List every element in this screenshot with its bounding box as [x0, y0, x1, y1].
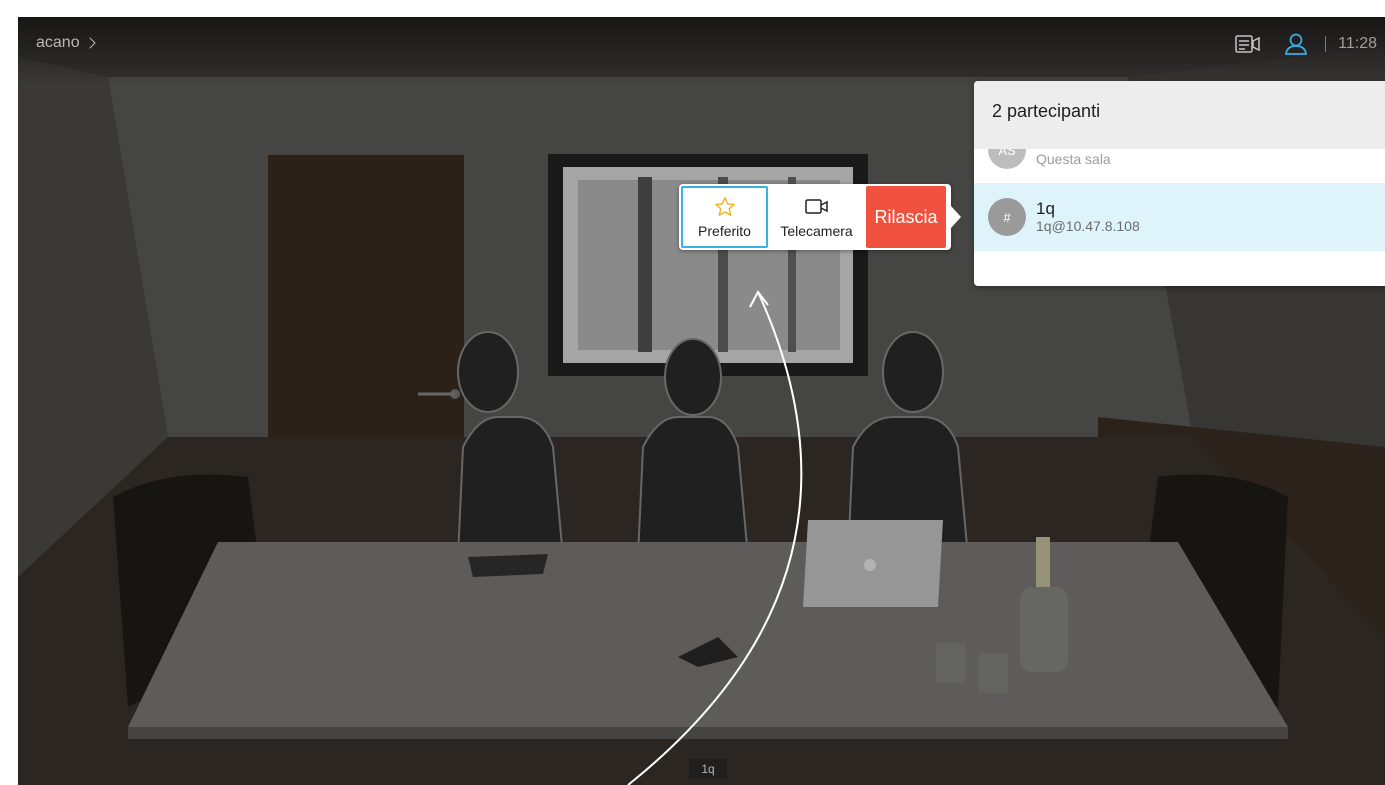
list-item-1q[interactable]: # 1q 1q@10.47.8.108: [974, 183, 1385, 251]
video-name-label: 1q: [689, 759, 727, 779]
avatar: #: [988, 198, 1026, 236]
camera-label: Telecamera: [780, 223, 853, 239]
breadcrumb-label: acano: [36, 34, 80, 51]
list-item-this-room[interactable]: AS Questa sala: [974, 149, 1385, 183]
participants-panel: 2 partecipanti AS Questa sala # 1q 1q@10…: [974, 81, 1385, 286]
participant-name: 1q: [1036, 199, 1055, 218]
top-gradient: [18, 17, 1385, 87]
layout-icon[interactable]: [1231, 33, 1265, 55]
breadcrumb[interactable]: acano: [36, 34, 96, 52]
avatar: AS: [988, 149, 1026, 169]
participant-actions-popover: Preferito Telecamera Rilascia: [679, 184, 961, 250]
clock: 11:28: [1338, 35, 1377, 52]
camera-icon: [804, 195, 829, 219]
panel-title: 2 partecipanti: [974, 81, 1385, 149]
camera-button[interactable]: Telecamera: [768, 186, 865, 248]
video-call-screen: acano 11:28 2 partecipanti AS Questa sal…: [18, 17, 1385, 785]
divider: [1325, 36, 1327, 52]
star-icon: [714, 195, 736, 219]
participant-address: 1q@10.47.8.108: [1036, 218, 1140, 234]
participant-subtitle: Questa sala: [1036, 151, 1111, 167]
favorite-button[interactable]: Preferito: [681, 186, 768, 248]
chevron-right-icon: [83, 37, 96, 49]
participants-icon[interactable]: [1279, 33, 1313, 55]
favorite-label: Preferito: [698, 223, 751, 239]
top-right-controls: 11:28: [1231, 33, 1377, 55]
release-button[interactable]: Rilascia: [866, 186, 946, 248]
